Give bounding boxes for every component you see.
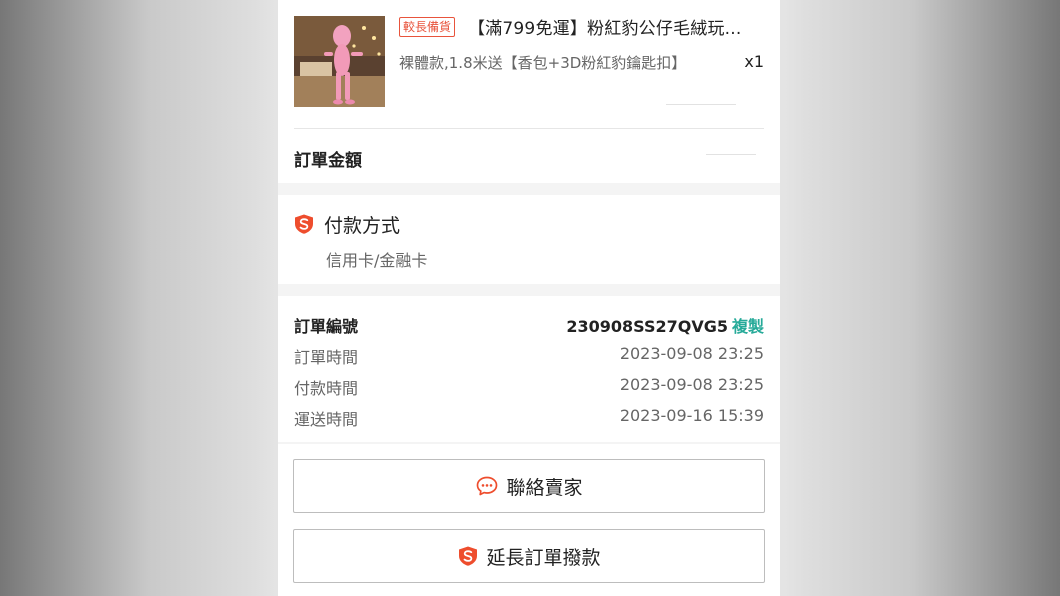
chat-icon bbox=[477, 476, 498, 496]
price-placeholder-line bbox=[666, 104, 736, 105]
payment-method-title: 付款方式 bbox=[324, 215, 401, 237]
product-title[interactable]: 【滿799免運】粉紅豹公仔毛絨玩... bbox=[468, 14, 764, 39]
order-number-label: 訂單編號 bbox=[294, 317, 359, 336]
total-placeholder-line bbox=[706, 154, 756, 155]
extend-order-label: 延長訂單撥款 bbox=[486, 546, 601, 569]
order-time-value: 2023-09-08 23:25 bbox=[619, 344, 764, 363]
shipping-time-value: 2023-09-16 15:39 bbox=[619, 406, 764, 425]
order-number-value: 230908SS27QVG5 bbox=[566, 317, 728, 336]
order-total-label: 訂單金額 bbox=[294, 151, 362, 171]
order-detail-screen: 較長備貨 【滿799免運】粉紅豹公仔毛絨玩... 裸體款,1.8米送【香包+3D… bbox=[278, 0, 780, 596]
payment-method-value: 信用卡/金融卡 bbox=[326, 251, 428, 270]
product-tag: 較長備貨 bbox=[399, 17, 456, 37]
contact-seller-button[interactable]: 聯絡賣家 bbox=[293, 459, 765, 513]
contact-seller-label: 聯絡賣家 bbox=[506, 476, 583, 499]
extend-order-button[interactable]: 延長訂單撥款 bbox=[293, 529, 765, 583]
product-card: 較長備貨 【滿799免運】粉紅豹公仔毛絨玩... 裸體款,1.8米送【香包+3D… bbox=[278, 0, 780, 183]
product-variant: 裸體款,1.8米送【香包+3D粉紅豹鑰匙扣】 bbox=[399, 54, 687, 72]
copy-button[interactable]: 複製 bbox=[732, 317, 764, 336]
order-time-label: 訂單時間 bbox=[294, 348, 359, 367]
product-quantity: x1 bbox=[744, 52, 764, 71]
product-thumbnail[interactable] bbox=[294, 16, 385, 107]
shipping-time-label: 運送時間 bbox=[294, 410, 359, 429]
shield-s-icon bbox=[295, 214, 313, 234]
shield-s-icon bbox=[459, 546, 478, 566]
order-number-value-group: 230908SS27QVG5 複製 bbox=[566, 313, 764, 337]
divider bbox=[294, 128, 764, 129]
payment-time-label: 付款時間 bbox=[294, 379, 359, 398]
payment-time-value: 2023-09-08 23:25 bbox=[619, 375, 764, 394]
